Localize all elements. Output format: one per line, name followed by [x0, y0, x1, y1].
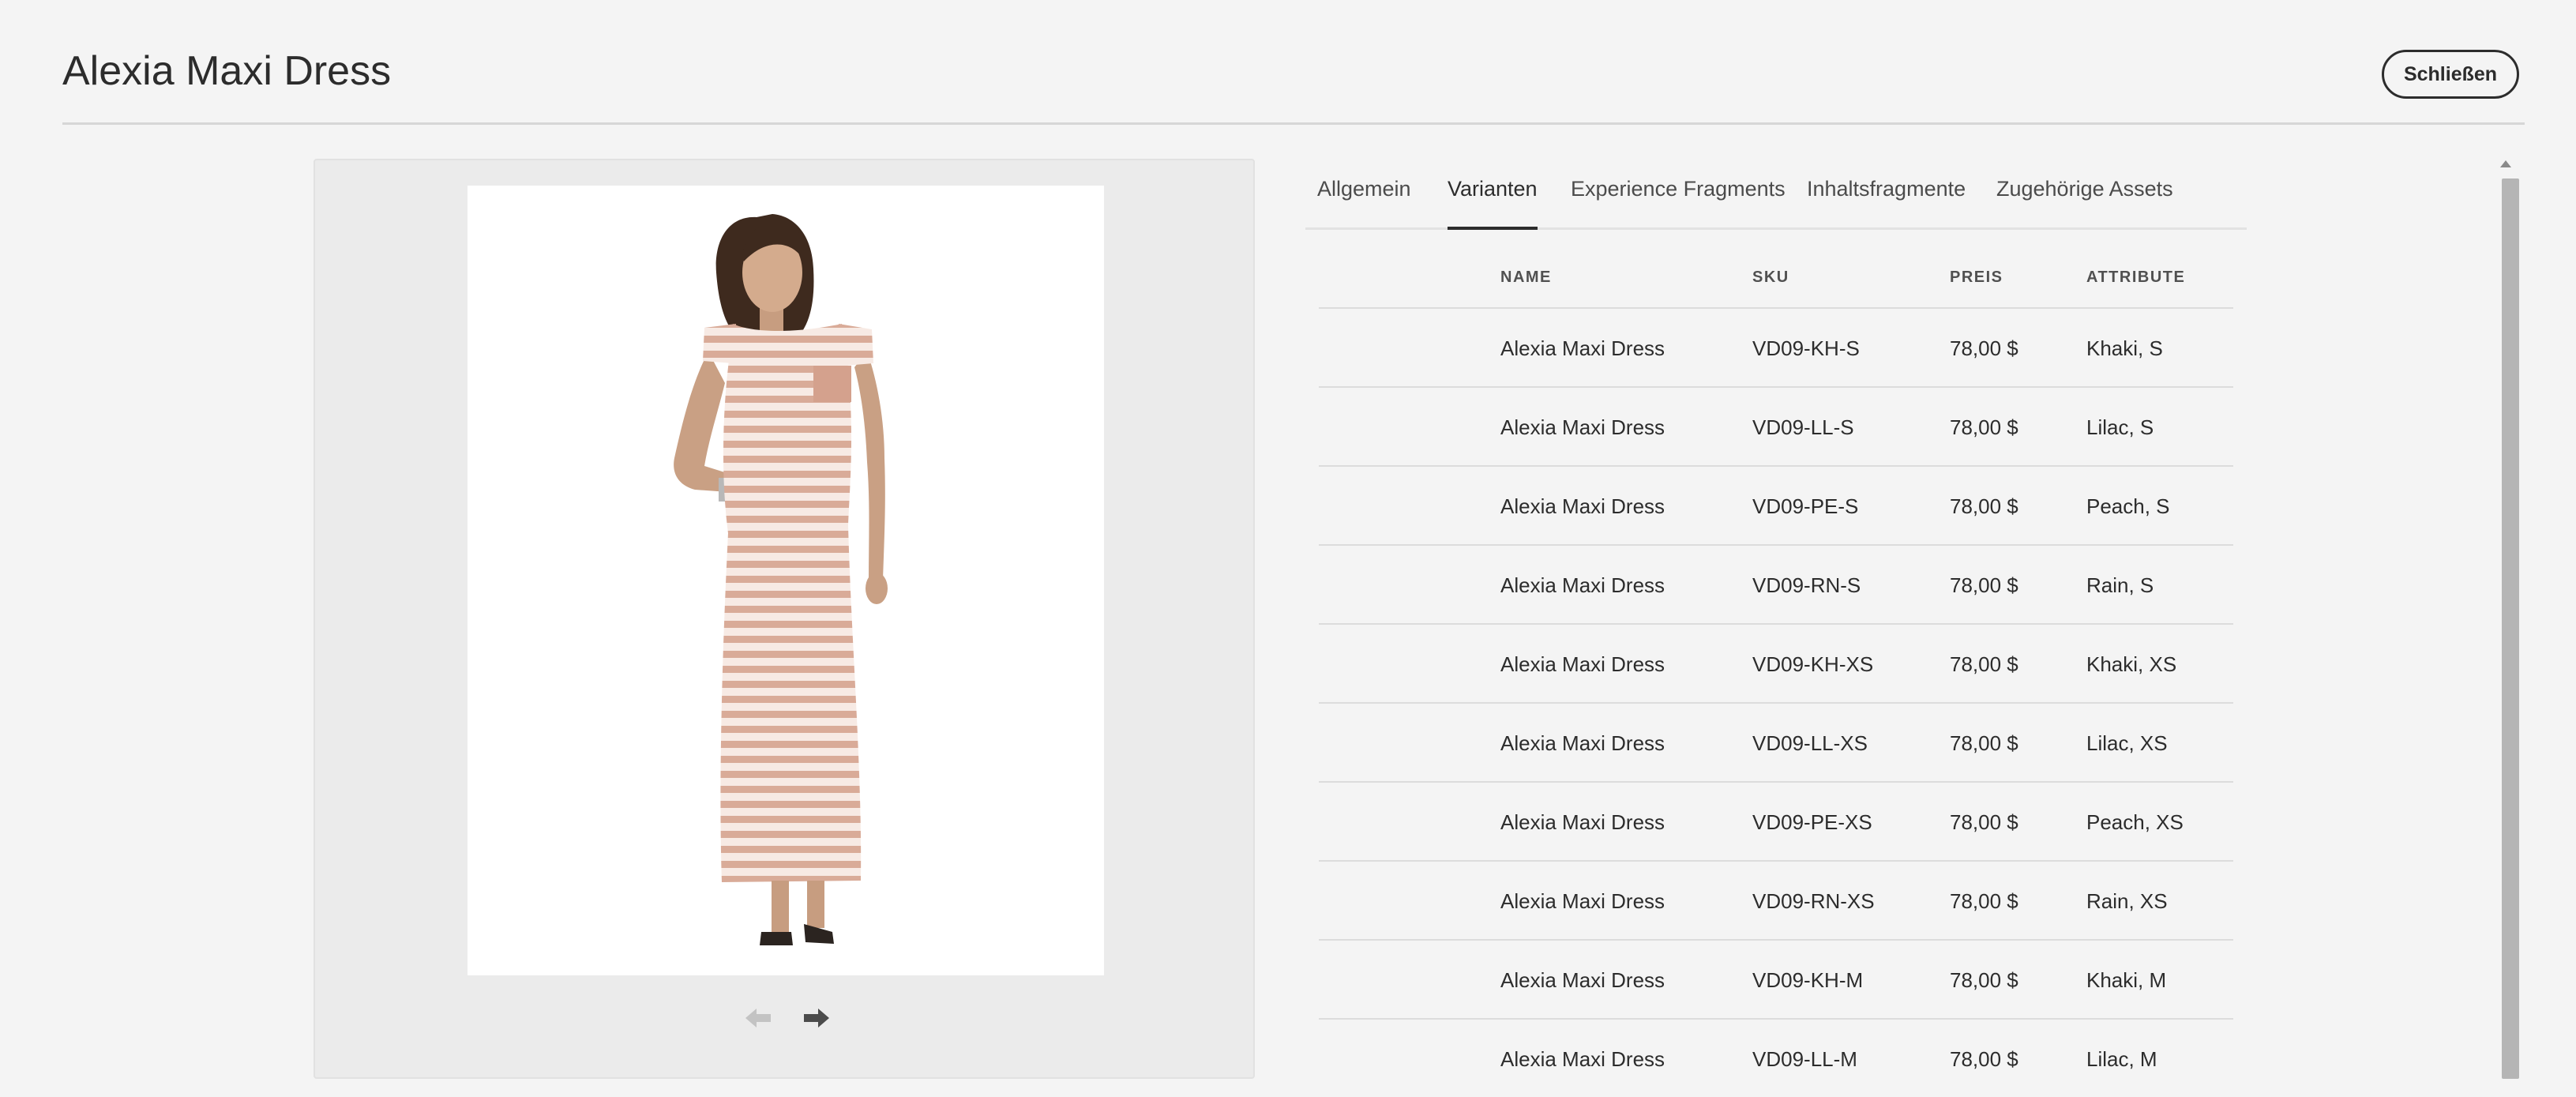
tab-inhaltsfragmente[interactable]: Inhaltsfragmente: [1807, 158, 1966, 227]
cell-name: Alexia Maxi Dress: [1500, 810, 1665, 834]
cell-name: Alexia Maxi Dress: [1500, 968, 1665, 992]
cell-attributes: Peach, S: [2086, 494, 2170, 518]
cell-price: 78,00 $: [1950, 415, 2018, 439]
page-title: Alexia Maxi Dress: [62, 48, 392, 94]
arrow-right-icon[interactable]: [801, 1006, 832, 1030]
image-viewer: [314, 159, 1255, 1079]
cell-attributes: Rain, S: [2086, 573, 2154, 597]
cell-attributes: Lilac, M: [2086, 1047, 2157, 1071]
cell-sku: VD09-LL-XS: [1752, 731, 1868, 755]
cell-sku: VD09-PE-XS: [1752, 810, 1872, 834]
cell-sku: VD09-KH-S: [1752, 336, 1860, 360]
table-row[interactable]: Alexia Maxi Dress VD09-KH-XS 78,00 $ Kha…: [1319, 625, 2233, 704]
cell-price: 78,00 $: [1950, 652, 2018, 676]
cell-price: 78,00 $: [1950, 968, 2018, 992]
cell-name: Alexia Maxi Dress: [1500, 415, 1665, 439]
cell-attributes: Peach, XS: [2086, 810, 2184, 834]
table-row[interactable]: Alexia Maxi Dress VD09-KH-M 78,00 $ Khak…: [1319, 941, 2233, 1020]
cell-name: Alexia Maxi Dress: [1500, 731, 1665, 755]
column-header-price[interactable]: PREIS: [1950, 269, 2003, 287]
table-row[interactable]: Alexia Maxi Dress VD09-KH-S 78,00 $ Khak…: [1319, 309, 2233, 388]
scrollbar-thumb[interactable]: [2502, 178, 2519, 1079]
tab-bar: Allgemein Varianten Experience Fragments…: [1305, 158, 2247, 230]
cell-price: 78,00 $: [1950, 810, 2018, 834]
cell-name: Alexia Maxi Dress: [1500, 494, 1665, 518]
tab-experience-fragments[interactable]: Experience Fragments: [1571, 158, 1786, 227]
variants-table: NAME SKU PREIS ATTRIBUTE Alexia Maxi Dre…: [1319, 256, 2233, 1097]
cell-name: Alexia Maxi Dress: [1500, 336, 1665, 360]
product-image: [468, 186, 1104, 975]
table-row[interactable]: Alexia Maxi Dress VD09-LL-M 78,00 $ Lila…: [1319, 1020, 2233, 1097]
table-row[interactable]: Alexia Maxi Dress VD09-LL-XS 78,00 $ Lil…: [1319, 704, 2233, 783]
cell-price: 78,00 $: [1950, 731, 2018, 755]
cell-name: Alexia Maxi Dress: [1500, 1047, 1665, 1071]
cell-sku: VD09-PE-S: [1752, 494, 1859, 518]
table-row[interactable]: Alexia Maxi Dress VD09-LL-S 78,00 $ Lila…: [1319, 388, 2233, 467]
cell-name: Alexia Maxi Dress: [1500, 889, 1665, 913]
scroll-up-arrow-icon[interactable]: [2495, 155, 2516, 174]
cell-price: 78,00 $: [1950, 573, 2018, 597]
column-header-sku[interactable]: SKU: [1752, 269, 1789, 287]
cell-sku: VD09-KH-M: [1752, 968, 1864, 992]
cell-attributes: Khaki, M: [2086, 968, 2167, 992]
cell-sku: VD09-RN-XS: [1752, 889, 1875, 913]
table-row[interactable]: Alexia Maxi Dress VD09-RN-XS 78,00 $ Rai…: [1319, 862, 2233, 941]
cell-sku: VD09-KH-XS: [1752, 652, 1874, 676]
cell-name: Alexia Maxi Dress: [1500, 652, 1665, 676]
arrow-left-icon[interactable]: [742, 1006, 774, 1030]
tab-varianten[interactable]: Varianten: [1448, 158, 1538, 230]
cell-sku: VD09-RN-S: [1752, 573, 1861, 597]
cell-price: 78,00 $: [1950, 889, 2018, 913]
table-row[interactable]: Alexia Maxi Dress VD09-PE-S 78,00 $ Peac…: [1319, 467, 2233, 546]
cell-price: 78,00 $: [1950, 494, 2018, 518]
cell-sku: VD09-LL-S: [1752, 415, 1854, 439]
product-photo: [674, 214, 888, 945]
cell-attributes: Lilac, S: [2086, 415, 2154, 439]
close-button[interactable]: Schließen: [2382, 50, 2519, 99]
cell-attributes: Khaki, S: [2086, 336, 2163, 360]
tab-zugehoerige-assets[interactable]: Zugehörige Assets: [1996, 158, 2173, 227]
table-row[interactable]: Alexia Maxi Dress VD09-PE-XS 78,00 $ Pea…: [1319, 783, 2233, 862]
table-row[interactable]: Alexia Maxi Dress VD09-RN-S 78,00 $ Rain…: [1319, 546, 2233, 625]
cell-name: Alexia Maxi Dress: [1500, 573, 1665, 597]
header-divider: [62, 122, 2525, 125]
cell-price: 78,00 $: [1950, 1047, 2018, 1071]
cell-sku: VD09-LL-M: [1752, 1047, 1857, 1071]
cell-attributes: Rain, XS: [2086, 889, 2168, 913]
cell-price: 78,00 $: [1950, 336, 2018, 360]
cell-attributes: Lilac, XS: [2086, 731, 2168, 755]
tab-allgemein[interactable]: Allgemein: [1317, 158, 1411, 227]
table-header-row: NAME SKU PREIS ATTRIBUTE: [1319, 256, 2233, 309]
column-header-name[interactable]: NAME: [1500, 269, 1552, 287]
cell-attributes: Khaki, XS: [2086, 652, 2177, 676]
column-header-attributes[interactable]: ATTRIBUTE: [2086, 269, 2185, 287]
